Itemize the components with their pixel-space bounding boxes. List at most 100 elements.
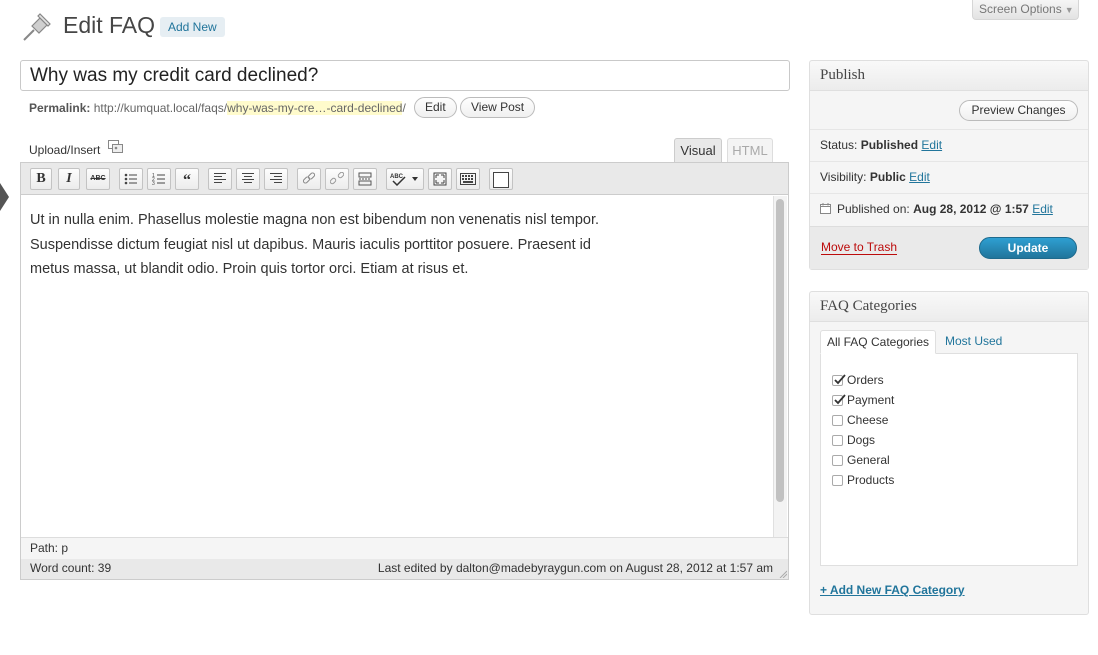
- more-tag-icon: [358, 172, 372, 186]
- category-label: Orders: [847, 373, 884, 387]
- content-line: metus massa, ut blandit odio. Proin quis…: [30, 261, 469, 277]
- formatting-button[interactable]: [489, 168, 513, 190]
- checkbox[interactable]: [832, 415, 843, 426]
- more-tag-button[interactable]: [353, 168, 377, 190]
- word-count: Word count: 39: [30, 561, 112, 575]
- tab-most-used[interactable]: Most Used: [945, 334, 1002, 348]
- published-on-row: Published on: Aug 28, 2012 @ 1:57 Edit: [810, 193, 1088, 225]
- add-new-button[interactable]: Add New: [160, 17, 225, 37]
- edit-visibility-link[interactable]: Edit: [909, 170, 930, 184]
- permalink: Permalink: http://kumquat.local/faqs/why…: [29, 101, 406, 115]
- blockquote-button[interactable]: “: [175, 168, 199, 190]
- strikethrough-button[interactable]: ABC: [86, 168, 110, 190]
- edit-status-link[interactable]: Edit: [921, 138, 942, 152]
- align-left-button[interactable]: [208, 168, 232, 190]
- category-label: Dogs: [847, 433, 876, 447]
- page-title: Edit FAQ: [63, 12, 156, 38]
- screen-options-button[interactable]: Screen Options ▼: [972, 0, 1079, 20]
- insert-link-button[interactable]: [297, 168, 321, 190]
- align-center-icon: [242, 173, 254, 183]
- checkmark-icon: [834, 394, 846, 405]
- last-edited: Last edited by dalton@madebyraygun.com o…: [377, 561, 773, 575]
- spellcheck-icon: ABC: [390, 174, 418, 187]
- permalink-label: Permalink:: [29, 101, 91, 115]
- svg-text:3: 3: [152, 181, 155, 186]
- bold-button[interactable]: B: [30, 168, 52, 190]
- checkmark-icon: [834, 374, 846, 385]
- editor-toolbar: B I ABC 123 “ ABC: [21, 163, 788, 195]
- published-on-value: Aug 28, 2012 @ 1:57: [913, 202, 1029, 216]
- upload-insert-label: Upload/Insert: [29, 143, 101, 157]
- preview-changes-button[interactable]: Preview Changes: [959, 100, 1078, 121]
- tab-html[interactable]: HTML: [727, 138, 773, 162]
- status-value: Published: [860, 138, 919, 152]
- update-button[interactable]: Update: [979, 237, 1077, 259]
- visibility-row: Visibility: Public Edit: [810, 161, 1088, 193]
- visibility-value: Public: [869, 170, 906, 184]
- align-left-icon: [214, 173, 226, 183]
- checkbox-checked[interactable]: [832, 374, 846, 386]
- align-right-icon: [270, 173, 282, 183]
- kitchen-sink-button[interactable]: [456, 168, 480, 190]
- add-new-faq-category-link[interactable]: + Add New FAQ Category: [820, 583, 965, 597]
- category-item-payment[interactable]: Payment: [832, 391, 894, 409]
- checkbox[interactable]: [832, 475, 843, 486]
- bullet-list-icon: [124, 173, 137, 185]
- permalink-base: http://kumquat.local/faqs/: [93, 101, 228, 115]
- category-item-orders[interactable]: Orders: [832, 371, 884, 389]
- category-item-cheese[interactable]: Cheese: [832, 411, 888, 429]
- content-line: Suspendisse dictum feugiat nisl ut dapib…: [30, 236, 591, 253]
- move-to-trash-link[interactable]: Move to Trash: [821, 241, 898, 255]
- edit-date-link[interactable]: Edit: [1032, 202, 1053, 216]
- category-item-general[interactable]: General: [832, 451, 890, 469]
- unlink-icon: [329, 171, 345, 185]
- caret-down-icon: ▼: [1064, 5, 1074, 15]
- path-bar: Path: p: [21, 537, 788, 559]
- view-post-button[interactable]: View Post: [460, 97, 536, 118]
- align-right-button[interactable]: [264, 168, 288, 190]
- publish-heading[interactable]: Publish: [810, 61, 1088, 91]
- path-label: Path:: [30, 541, 59, 555]
- tab-all-faq-categories[interactable]: All FAQ Categories: [820, 330, 936, 354]
- svg-text:ABC: ABC: [390, 174, 404, 180]
- pushpin-icon: [20, 10, 54, 44]
- category-item-dogs[interactable]: Dogs: [832, 431, 875, 449]
- numbered-list-button[interactable]: 123: [147, 168, 171, 190]
- unlink-button[interactable]: [325, 168, 349, 190]
- checkbox-checked[interactable]: [832, 394, 846, 406]
- status-label: Status:: [820, 138, 858, 152]
- checkbox[interactable]: [832, 435, 843, 446]
- status-row: Status: Published Edit: [810, 129, 1088, 161]
- category-label: Cheese: [847, 413, 889, 427]
- edit-permalink-button[interactable]: Edit: [414, 97, 457, 118]
- permalink-slug[interactable]: why-was-my-cre…-card-declined: [227, 101, 403, 115]
- path-value[interactable]: p: [61, 541, 68, 555]
- content-line: Ut in nulla enim. Phasellus molestie mag…: [30, 212, 600, 228]
- kitchen-sink-icon: [460, 173, 476, 185]
- bullet-list-button[interactable]: [119, 168, 143, 190]
- visibility-label: Visibility:: [820, 170, 867, 184]
- tab-visual[interactable]: Visual: [674, 138, 722, 162]
- add-media-icon[interactable]: [108, 140, 124, 154]
- italic-button[interactable]: I: [58, 168, 80, 190]
- align-center-button[interactable]: [236, 168, 260, 190]
- fullscreen-button[interactable]: [428, 168, 452, 190]
- post-title-input[interactable]: [20, 60, 790, 91]
- menu-pointer-icon: [0, 183, 9, 211]
- category-label: Payment: [847, 393, 895, 407]
- editor-status-bar: Word count: 39 Last edited by dalton@mad…: [21, 559, 788, 579]
- fullscreen-icon: [433, 172, 447, 186]
- editor-scroll-thumb[interactable]: [776, 199, 784, 502]
- category-item-products[interactable]: Products: [832, 471, 894, 489]
- screen-options-label: Screen Options: [979, 2, 1062, 16]
- published-on-label: Published on:: [837, 202, 910, 216]
- link-icon: [302, 172, 316, 184]
- resize-handle-icon[interactable]: [779, 570, 787, 578]
- faq-categories-heading[interactable]: FAQ Categories: [810, 292, 1088, 322]
- checkbox[interactable]: [832, 455, 843, 466]
- category-label: General: [847, 453, 890, 467]
- spellcheck-button[interactable]: ABC: [386, 168, 424, 190]
- numbered-list-icon: 123: [152, 173, 165, 187]
- editor-content[interactable]: Ut in nulla enim. Phasellus molestie mag…: [30, 208, 760, 282]
- category-label: Products: [847, 473, 895, 487]
